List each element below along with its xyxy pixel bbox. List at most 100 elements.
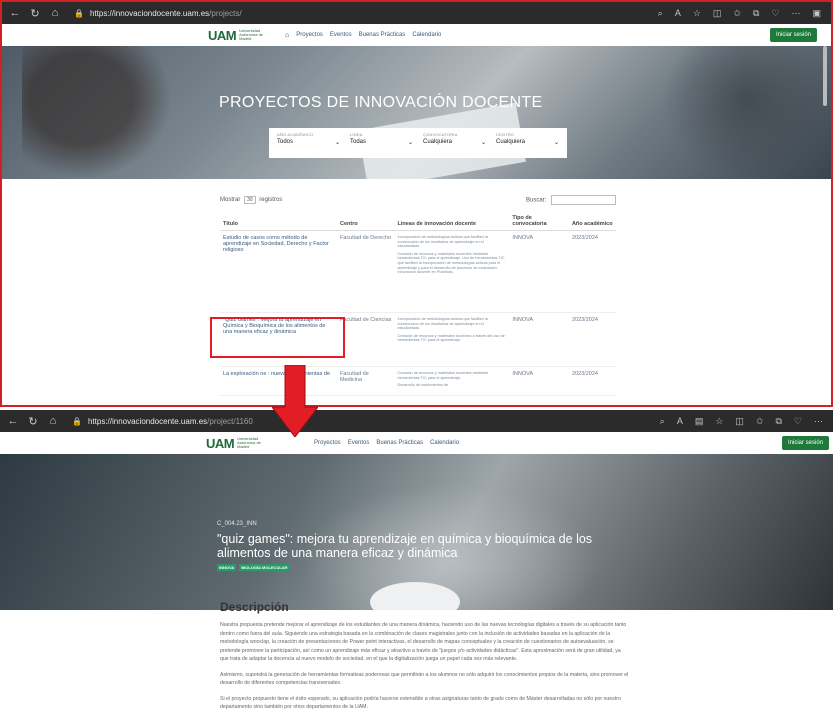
- column-header-type[interactable]: Tipo de convocatoria: [509, 212, 569, 231]
- login-button[interactable]: Iniciar sesión: [781, 436, 829, 450]
- filter-value: Cualquiera: [423, 139, 453, 145]
- reload-icon[interactable]: ↻: [26, 415, 40, 428]
- lock-icon: 🔒: [72, 416, 82, 426]
- main-nav: ⌂ Proyectos Eventos Buenas Prácticas Cal…: [285, 32, 441, 39]
- url-path: /projects/: [209, 8, 242, 18]
- favorites-icon[interactable]: ✩: [733, 8, 741, 19]
- more-icon[interactable]: ⋯: [814, 416, 823, 427]
- page-title: PROYECTOS DE INNOVACIÓN DOCENTE: [219, 94, 543, 111]
- browser-toolbar: ← ↻ ⌂ 🔒 https://innovaciondocente.uam.es…: [0, 410, 833, 432]
- back-icon[interactable]: ←: [6, 415, 20, 427]
- uam-logo[interactable]: UAM Universidad Autónoma de Madrid: [208, 28, 273, 43]
- down-arrow-icon: [272, 365, 318, 437]
- url-host: https://innovaciondocente.uam.es: [87, 416, 208, 426]
- filter-value: Todos: [277, 139, 294, 145]
- project-code: C_004.23_INN: [217, 521, 257, 527]
- filter-label: LÍNEA: [350, 132, 363, 137]
- description-section: Descripción Nuestra propuesta pretende m…: [220, 600, 630, 719]
- search-input[interactable]: [551, 195, 616, 205]
- extensions-icon[interactable]: ♡: [794, 416, 802, 427]
- back-icon[interactable]: ←: [8, 7, 22, 19]
- line-text: Creación de recursos y materiales docent…: [397, 333, 505, 343]
- filter-value: Cualquiera: [496, 139, 526, 145]
- filter-line[interactable]: LÍNEA Todas ⌄: [350, 132, 413, 154]
- favorites-icon[interactable]: ✩: [756, 416, 764, 427]
- main-nav: Proyectos Eventos Buenas Prácticas Calen…: [314, 440, 459, 446]
- column-header-lines[interactable]: Líneas de innovación docente: [394, 212, 510, 231]
- split-screen-icon[interactable]: ◫: [713, 8, 722, 19]
- address-bar[interactable]: 🔒 https://innovaciondocente.uam.es/proje…: [74, 9, 242, 18]
- site-header: UAM Universidad Autónoma de Madrid Proye…: [0, 432, 833, 454]
- logo-mark: UAM: [206, 435, 235, 451]
- filter-label: CONVOCATORIA: [423, 132, 458, 137]
- project-tags: INNOVA BIOLOGÍA MOLECULAR: [217, 564, 290, 571]
- column-header-centre[interactable]: Centro: [337, 212, 395, 231]
- column-header-year[interactable]: Año académico: [568, 212, 616, 231]
- site-header: UAM Universidad Autónoma de Madrid ⌂ Pro…: [2, 24, 831, 46]
- nav-proyectos[interactable]: Proyectos: [314, 440, 341, 446]
- nav-eventos[interactable]: Eventos: [348, 440, 370, 446]
- read-aloud-icon[interactable]: A: [675, 8, 681, 19]
- tag-badge[interactable]: BIOLOGÍA MOLECULAR: [239, 564, 290, 571]
- project-title: "quiz games": mejora tu aprendizaje en q…: [217, 532, 593, 560]
- zoom-icon[interactable]: ⌕: [660, 416, 665, 427]
- type-cell: INNOVA: [509, 312, 569, 367]
- tag-badge[interactable]: INNOVA: [217, 564, 237, 571]
- project-title-link[interactable]: Estudio de casos como método de aprendiz…: [220, 230, 338, 313]
- filter-call[interactable]: CONVOCATORIA Cualquiera ⌄: [423, 132, 486, 154]
- chevron-down-icon: ⌄: [480, 140, 486, 146]
- collections-icon[interactable]: ⧉: [775, 416, 781, 427]
- lines-cell: Incorporación de metodologías activas qu…: [394, 230, 510, 313]
- centre-cell: Facultad de Ciencias: [337, 312, 395, 367]
- collections-icon[interactable]: ⧉: [753, 8, 759, 19]
- nav-buenas-practicas[interactable]: Buenas Prácticas: [376, 440, 423, 446]
- year-cell: 2023/2024: [568, 312, 616, 367]
- more-icon[interactable]: ⋯: [791, 8, 800, 19]
- filter-panel: AÑO ACADÉMICO Todos ⌄ LÍNEA Todas ⌄ CONVOC…: [269, 128, 567, 158]
- scrollbar[interactable]: [823, 46, 827, 106]
- login-button[interactable]: Iniciar sesión: [769, 28, 817, 42]
- nav-calendario[interactable]: Calendario: [430, 440, 459, 446]
- line-text: Incorporación de metodologías activas qu…: [397, 235, 488, 249]
- search-label: Buscar:: [525, 197, 547, 204]
- show-label: Mostrar: [220, 197, 241, 203]
- home-icon[interactable]: ⌂: [48, 7, 62, 19]
- type-cell: INNOVA: [509, 230, 569, 313]
- uam-logo[interactable]: UAM Universidad Autónoma de Madrid: [206, 436, 271, 451]
- line-text: Incorporación de metodologías activas qu…: [397, 317, 488, 331]
- chevron-down-icon: ⌄: [553, 140, 559, 146]
- centre-cell: Facultad de Medicina: [337, 366, 395, 396]
- sidebar-icon[interactable]: ▣: [812, 8, 821, 19]
- logo-mark: UAM: [208, 27, 237, 43]
- filter-centre[interactable]: CENTRO Cualquiera ⌄: [496, 132, 559, 154]
- immersive-reader-icon[interactable]: ▤: [695, 416, 704, 427]
- nav-calendario[interactable]: Calendario: [412, 32, 441, 38]
- split-screen-icon[interactable]: ◫: [735, 416, 744, 427]
- nav-eventos[interactable]: Eventos: [330, 32, 352, 38]
- address-bar[interactable]: 🔒 https://innovaciondocente.uam.es/proje…: [72, 417, 253, 426]
- extensions-icon[interactable]: ♡: [771, 8, 779, 19]
- logo-text: Universidad Autónoma de Madrid: [239, 28, 263, 41]
- url-host: https://innovaciondocente.uam.es: [89, 8, 210, 18]
- filter-academic-year[interactable]: AÑO ACADÉMICO Todos ⌄: [277, 132, 340, 154]
- nav-buenas-practicas[interactable]: Buenas Prácticas: [359, 32, 406, 38]
- column-header-title[interactable]: Título: [220, 212, 338, 231]
- zoom-icon[interactable]: ⌕: [658, 8, 663, 19]
- table-row: Estudio de casos como método de aprendiz…: [220, 230, 616, 313]
- description-paragraph: Nuestra propuesta pretende mejorar el ap…: [220, 622, 627, 662]
- description-heading: Descripción: [220, 600, 289, 614]
- page-length-select[interactable]: 30: [244, 196, 256, 204]
- lines-cell: Incorporación de metodologías activas qu…: [394, 312, 510, 367]
- favorite-star-icon[interactable]: ☆: [693, 8, 701, 19]
- search-control: Buscar:: [526, 195, 616, 205]
- description-paragraph: Asimismo, supondrá la generación de herr…: [220, 671, 629, 687]
- page-length-control: Mostrar 30 registros: [220, 196, 282, 204]
- home-icon[interactable]: ⌂: [46, 415, 60, 427]
- read-aloud-icon[interactable]: A: [677, 416, 683, 427]
- nav-proyectos[interactable]: Proyectos: [296, 32, 323, 38]
- hero-banner: PROYECTOS DE INNOVACIÓN DOCENTE AÑO ACAD…: [2, 46, 831, 179]
- favorite-star-icon[interactable]: ☆: [715, 416, 723, 427]
- reload-icon[interactable]: ↻: [28, 7, 42, 20]
- home-nav-icon[interactable]: ⌂: [285, 32, 289, 39]
- project-detail-screenshot: ← ↻ ⌂ 🔒 https://innovaciondocente.uam.es…: [0, 410, 833, 728]
